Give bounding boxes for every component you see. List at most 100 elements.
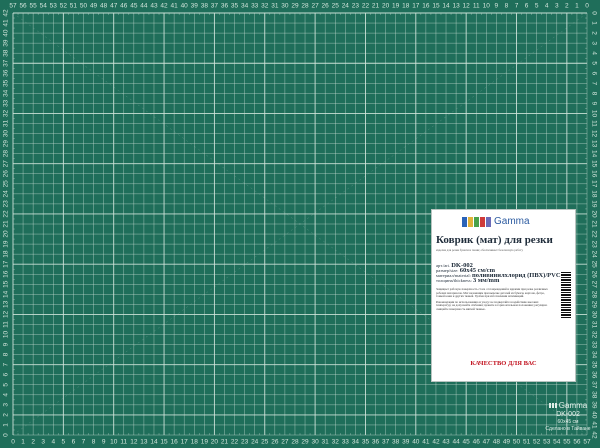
ruler-number-left: 1 bbox=[3, 423, 10, 427]
ruler-number-bottom: 6 bbox=[72, 439, 76, 446]
label-specs: арт./art. DK-002 размер/size: 60x45 см/c… bbox=[436, 262, 561, 284]
ruler-number-right: 34 bbox=[591, 351, 598, 359]
ruler-number-left: 19 bbox=[3, 240, 10, 248]
ruler-number-bottom: 1 bbox=[21, 439, 25, 446]
ruler-number-bottom: 10 bbox=[110, 439, 118, 446]
ruler-number-bottom: 56 bbox=[573, 439, 581, 446]
ruler-number-left: 36 bbox=[3, 69, 10, 77]
ruler-number-right: 20 bbox=[591, 210, 598, 218]
ruler-number-bottom: 42 bbox=[432, 439, 440, 446]
ruler-number-left: 32 bbox=[3, 109, 10, 117]
ruler-number-left: 23 bbox=[3, 200, 10, 208]
ruler-number-bottom: 31 bbox=[322, 439, 330, 446]
ruler-number-top: 56 bbox=[19, 3, 27, 10]
ruler-number-top: 50 bbox=[80, 3, 88, 10]
ruler-number-top: 41 bbox=[171, 3, 179, 10]
ruler-number-left: 27 bbox=[3, 160, 10, 168]
ruler-number-left: 13 bbox=[3, 300, 10, 308]
mat-size: 60x45 см bbox=[557, 419, 579, 425]
ruler-number-bottom: 28 bbox=[291, 439, 299, 446]
ruler-number-top: 54 bbox=[40, 3, 48, 10]
ruler-number-top: 25 bbox=[332, 3, 340, 10]
ruler-number-bottom: 21 bbox=[221, 439, 229, 446]
ruler-number-top: 15 bbox=[432, 3, 440, 10]
ruler-number-right: 29 bbox=[591, 301, 598, 309]
ruler-number-left: 12 bbox=[3, 310, 10, 318]
label-quality-slogan: КАЧЕСТВО ДЛЯ ВАС bbox=[470, 360, 537, 367]
ruler-number-right: 36 bbox=[591, 371, 598, 379]
product-label: Gamma Коврик (мат) для резки изделие для… bbox=[431, 209, 576, 382]
ruler-number-top: 19 bbox=[392, 3, 400, 10]
label-recommendations: Рекомендации по использованию и уходу: н… bbox=[436, 299, 548, 311]
ruler-number-left: 26 bbox=[3, 170, 10, 178]
ruler-number-right: 8 bbox=[591, 92, 598, 96]
ruler-number-top: 11 bbox=[473, 3, 480, 10]
ruler-number-left: 38 bbox=[3, 49, 10, 57]
thickness-prefix: толщина/thickness: bbox=[436, 278, 472, 283]
ruler-number-bottom: 51 bbox=[523, 439, 531, 446]
ruler-number-right: 38 bbox=[591, 391, 598, 399]
ruler-number-bottom: 15 bbox=[160, 439, 168, 446]
ruler-number-bottom: 29 bbox=[301, 439, 309, 446]
ruler-number-top: 22 bbox=[362, 3, 370, 10]
ruler-number-left: 10 bbox=[3, 331, 10, 339]
ruler-number-right: 27 bbox=[591, 281, 598, 289]
ruler-number-bottom: 38 bbox=[392, 439, 400, 446]
ruler-number-right: 19 bbox=[591, 200, 598, 208]
ruler-number-bottom: 11 bbox=[120, 439, 127, 446]
ruler-number-bottom: 0 bbox=[11, 439, 15, 446]
ruler-number-top: 55 bbox=[30, 3, 38, 10]
ruler-number-left: 18 bbox=[3, 250, 10, 258]
ruler-number-top: 12 bbox=[463, 3, 471, 10]
ruler-number-right: 26 bbox=[591, 271, 598, 279]
ruler-number-right: 4 bbox=[591, 51, 598, 55]
ruler-number-right: 11 bbox=[591, 120, 598, 127]
ruler-number-left: 40 bbox=[3, 29, 10, 37]
ruler-number-right: 7 bbox=[591, 82, 598, 86]
ruler-number-right: 23 bbox=[591, 240, 598, 248]
ruler-number-bottom: 50 bbox=[513, 439, 521, 446]
ruler-number-bottom: 33 bbox=[342, 439, 350, 446]
ruler-number-right: 15 bbox=[591, 160, 598, 168]
ruler-number-top: 21 bbox=[372, 3, 380, 10]
ruler-number-left: 8 bbox=[3, 352, 10, 356]
ruler-number-right: 22 bbox=[591, 230, 598, 238]
ruler-number-bottom: 8 bbox=[92, 439, 96, 446]
ruler-number-top: 7 bbox=[515, 3, 519, 10]
ruler-number-top: 51 bbox=[70, 3, 78, 10]
ruler-number-top: 18 bbox=[402, 3, 410, 10]
ruler-number-bottom: 30 bbox=[311, 439, 319, 446]
label-description: Защищает рабочую поверхность стола от по… bbox=[436, 287, 554, 312]
mat-brand-name: Gamma bbox=[558, 401, 588, 410]
ruler-number-bottom: 27 bbox=[281, 439, 289, 446]
ruler-number-left: 7 bbox=[3, 362, 10, 366]
ruler-number-left: 37 bbox=[3, 59, 10, 67]
ruler-number-bottom: 26 bbox=[271, 439, 279, 446]
ruler-number-top: 42 bbox=[160, 3, 168, 10]
ruler-number-bottom: 24 bbox=[251, 439, 259, 446]
ruler-number-top: 6 bbox=[525, 3, 529, 10]
ruler-number-left: 24 bbox=[3, 190, 10, 198]
ruler-number-bottom: 34 bbox=[352, 439, 360, 446]
ruler-number-bottom: 12 bbox=[130, 439, 138, 446]
ruler-number-bottom: 57 bbox=[583, 439, 591, 446]
ruler-number-left: 14 bbox=[3, 290, 10, 298]
ruler-number-bottom: 3 bbox=[41, 439, 45, 446]
ruler-number-right: 24 bbox=[591, 251, 598, 259]
ruler-number-top: 28 bbox=[301, 3, 309, 10]
ruler-number-top: 53 bbox=[50, 3, 58, 10]
barcode-icon bbox=[561, 272, 571, 318]
ruler-number-top: 46 bbox=[120, 3, 128, 10]
ruler-number-top: 23 bbox=[352, 3, 360, 10]
ruler-number-top: 20 bbox=[382, 3, 390, 10]
ruler-number-top: 27 bbox=[311, 3, 319, 10]
ruler-number-top: 44 bbox=[140, 3, 148, 10]
ruler-number-right: 5 bbox=[591, 61, 598, 65]
ruler-number-left: 34 bbox=[3, 89, 10, 97]
ruler-number-right: 14 bbox=[591, 150, 598, 158]
ruler-number-top: 3 bbox=[555, 3, 559, 10]
ruler-number-bottom: 45 bbox=[463, 439, 471, 446]
ruler-number-right: 30 bbox=[591, 311, 598, 319]
ruler-number-top: 38 bbox=[201, 3, 209, 10]
ruler-number-top: 8 bbox=[505, 3, 509, 10]
